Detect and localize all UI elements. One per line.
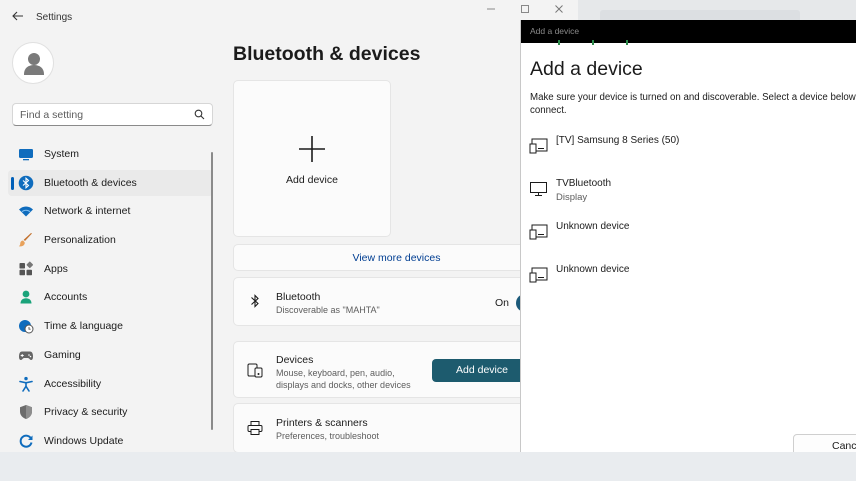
clock-globe-icon bbox=[19, 320, 34, 334]
maximize-icon bbox=[521, 5, 529, 13]
shield-icon bbox=[20, 405, 32, 420]
device-list-item[interactable]: TVBluetooth Display bbox=[521, 178, 856, 214]
progress-tick bbox=[558, 40, 560, 45]
device-list-item[interactable]: Unknown device bbox=[521, 264, 856, 300]
sidebar-item-accounts[interactable]: Accounts bbox=[8, 284, 213, 310]
apps-icon bbox=[19, 261, 34, 276]
add-device-button[interactable]: Add device bbox=[432, 359, 532, 382]
sidebar-item-label: Personalization bbox=[44, 234, 116, 247]
sidebar-item-label: Apps bbox=[44, 262, 68, 275]
sidebar-nav: System Bluetooth & devices Network & int… bbox=[8, 141, 213, 452]
sidebar-item-windows-update[interactable]: Windows Update bbox=[8, 428, 213, 452]
add-device-card-label: Add device bbox=[286, 174, 338, 186]
printer-icon bbox=[247, 421, 263, 435]
sidebar-item-label: Gaming bbox=[44, 348, 81, 361]
update-icon bbox=[19, 434, 33, 448]
sidebar-item-label: Bluetooth & devices bbox=[44, 176, 137, 189]
wifi-icon bbox=[19, 206, 33, 217]
back-button[interactable] bbox=[8, 8, 28, 26]
add-device-dialog: Add a device Add a device Make sure your… bbox=[520, 20, 856, 452]
device-list-item[interactable]: [TV] Samsung 8 Series (50) bbox=[521, 135, 856, 171]
close-button[interactable] bbox=[547, 3, 571, 19]
bluetooth-title: Bluetooth bbox=[276, 291, 321, 303]
sidebar-item-apps[interactable]: Apps bbox=[8, 256, 213, 282]
sidebar-item-accessibility[interactable]: Accessibility bbox=[8, 371, 213, 397]
back-arrow-icon bbox=[12, 11, 23, 21]
device-name: Unknown device bbox=[556, 264, 630, 275]
sidebar-scrollbar[interactable] bbox=[211, 152, 213, 430]
sidebar-item-personalization[interactable]: Personalization bbox=[8, 227, 213, 253]
devices-title: Devices bbox=[276, 354, 314, 366]
devices-subtitle-line2: displays and docks, other devices bbox=[276, 380, 411, 390]
gamepad-icon bbox=[19, 351, 33, 360]
plus-icon bbox=[299, 136, 325, 162]
dialog-description: Make sure your device is turned on and d… bbox=[530, 91, 856, 117]
avatar[interactable] bbox=[12, 42, 54, 84]
add-device-card[interactable]: Add device bbox=[233, 80, 391, 237]
dialog-window-title: Add a device bbox=[530, 26, 580, 36]
devices-subtitle-line1: Mouse, keyboard, pen, audio, bbox=[276, 368, 395, 378]
sidebar-item-network-internet[interactable]: Network & internet bbox=[8, 198, 213, 224]
dialog-description-line2: connect. bbox=[530, 105, 567, 116]
bluetooth-state-label: On bbox=[495, 297, 510, 309]
device-name: Unknown device bbox=[556, 221, 630, 232]
printers-subtitle: Preferences, troubleshoot bbox=[276, 431, 380, 441]
active-indicator bbox=[11, 176, 14, 190]
cancel-button[interactable]: Cancel bbox=[793, 434, 856, 452]
printers-scanners-row[interactable]: Printers & scanners Preferences, trouble… bbox=[233, 403, 563, 452]
sidebar-item-bluetooth-devices[interactable]: Bluetooth & devices bbox=[8, 169, 213, 196]
sidebar-item-label: System bbox=[44, 148, 80, 160]
app-title: Settings bbox=[36, 12, 73, 23]
dialog-description-line1: Make sure your device is turned on and d… bbox=[530, 92, 856, 103]
device-list-item[interactable]: Unknown device bbox=[521, 221, 856, 257]
printers-title: Printers & scanners bbox=[276, 417, 368, 429]
generic-device-icon bbox=[529, 138, 548, 154]
sidebar-item-label: Privacy & security bbox=[44, 406, 128, 419]
device-name: [TV] Samsung 8 Series (50) bbox=[556, 135, 680, 146]
close-icon bbox=[555, 5, 563, 13]
sidebar-item-label: Accounts bbox=[44, 291, 88, 304]
view-more-devices-button[interactable]: View more devices bbox=[233, 244, 563, 271]
bluetooth-row: Bluetooth Discoverable as "MAHTA" On bbox=[233, 277, 563, 326]
maximize-button[interactable] bbox=[513, 3, 537, 19]
search-box[interactable] bbox=[12, 103, 213, 126]
brush-icon bbox=[18, 233, 32, 247]
progress-tick bbox=[592, 40, 594, 45]
accessibility-icon bbox=[19, 376, 33, 392]
monitor-icon bbox=[19, 149, 33, 161]
title-bar: Settings bbox=[0, 0, 578, 34]
dialog-heading: Add a device bbox=[530, 58, 643, 80]
sidebar-item-privacy-security[interactable]: Privacy & security bbox=[8, 399, 213, 425]
user-icon bbox=[24, 53, 44, 75]
bluetooth-icon bbox=[18, 175, 34, 190]
minimize-button[interactable] bbox=[479, 3, 503, 19]
settings-window: Settings System Bluetooth & devices bbox=[0, 0, 578, 452]
page-title: Bluetooth & devices bbox=[233, 43, 421, 65]
search-input[interactable] bbox=[20, 107, 190, 123]
device-type: Display bbox=[556, 192, 588, 203]
bluetooth-subtitle: Discoverable as "MAHTA" bbox=[276, 305, 380, 315]
device-name: TVBluetooth bbox=[556, 178, 612, 189]
view-more-devices-label: View more devices bbox=[352, 252, 441, 264]
accounts-icon bbox=[20, 291, 32, 304]
sidebar-item-system[interactable]: System bbox=[8, 141, 213, 167]
display-icon bbox=[530, 182, 547, 196]
sidebar-item-gaming[interactable]: Gaming bbox=[8, 342, 213, 368]
minimize-icon bbox=[487, 8, 495, 10]
sidebar-item-label: Accessibility bbox=[44, 377, 102, 390]
dialog-progress-ticks bbox=[521, 40, 856, 46]
devices-icon bbox=[247, 363, 263, 378]
generic-device-icon bbox=[529, 224, 548, 240]
sidebar-item-label: Time & language bbox=[44, 320, 123, 333]
background-window-strip bbox=[578, 0, 856, 23]
search-icon[interactable] bbox=[194, 109, 205, 120]
bluetooth-icon bbox=[251, 294, 259, 308]
sidebar-item-label: Windows Update bbox=[44, 434, 124, 447]
sidebar-item-time-language[interactable]: Time & language bbox=[8, 313, 213, 339]
sidebar-item-label: Network & internet bbox=[44, 205, 131, 218]
generic-device-icon bbox=[529, 267, 548, 283]
devices-row[interactable]: Devices Mouse, keyboard, pen, audio, dis… bbox=[233, 341, 563, 398]
progress-tick bbox=[626, 40, 628, 45]
